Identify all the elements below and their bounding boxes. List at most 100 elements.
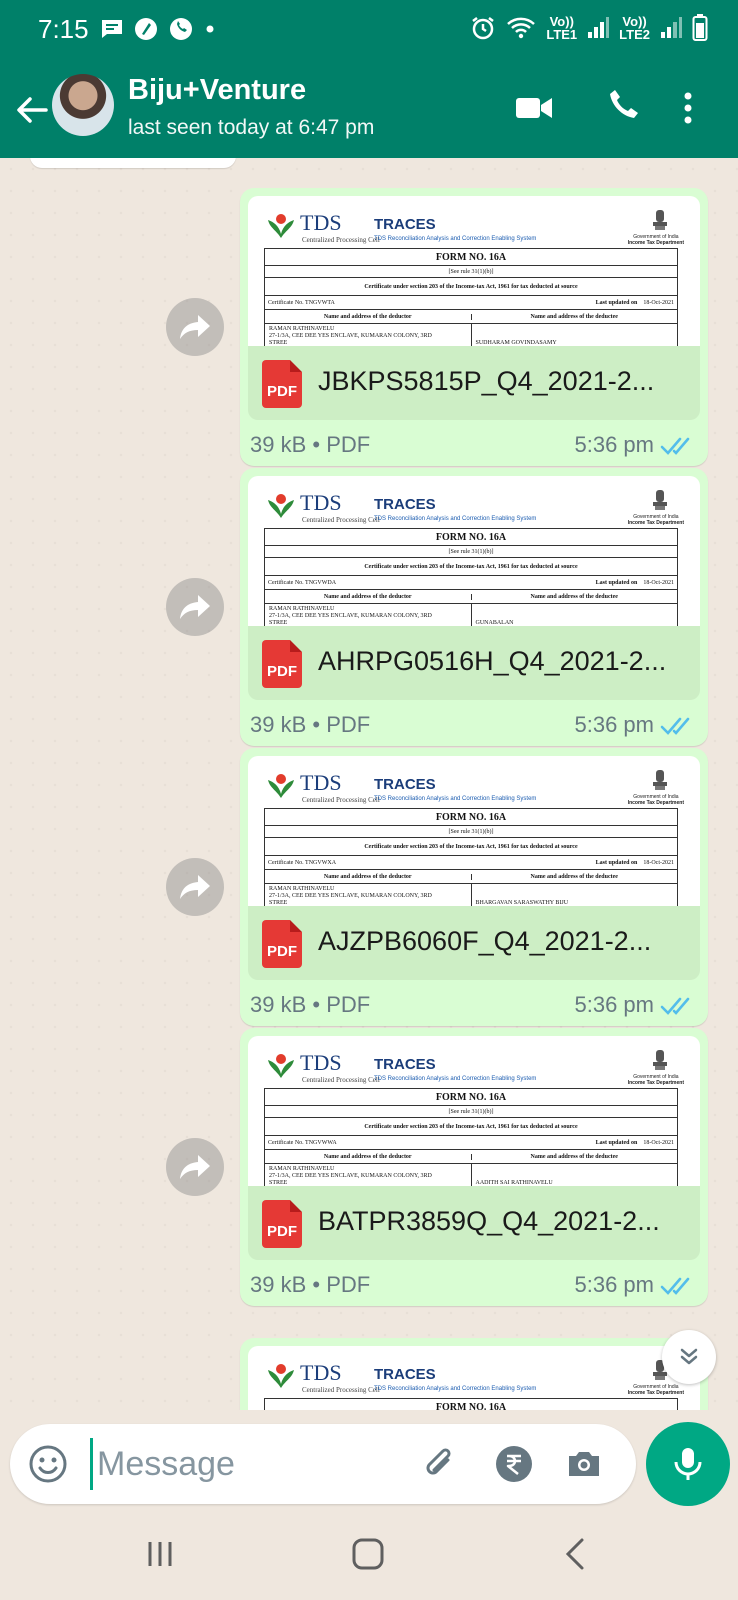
deductor-details: RAMAN RATHINAVELU 27-1/3A, CEE DEE YES EN… [269,326,432,346]
form-number: FORM NO. 16A [264,528,678,546]
certificate-row: Certificate No. TNGVWWA Last updated on … [264,1136,678,1150]
party-details: RAMAN RATHINAVELU 27-1/3A, CEE DEE YES EN… [264,604,678,626]
tds-text: TDS [300,1360,342,1385]
form-table: FORM NO. 16A [See rule 31(1)(b)] Certifi… [264,528,678,626]
microphone-icon [674,1448,702,1480]
pdf-file-icon: PDF [262,360,302,408]
last-updated: Last updated on 18-Oct-2021 [595,1139,674,1146]
file-attachment[interactable]: PDF JBKPS5815P_Q4_2021-2... [248,346,700,420]
party-details: RAMAN RATHINAVELU 27-1/3A, CEE DEE YES EN… [264,324,678,346]
more-options-icon[interactable] [676,88,700,128]
file-attachment[interactable]: PDF AJZPB6060F_Q4_2021-2... [248,906,700,980]
form-rule: [See rule 31(1)(b)] [264,266,678,278]
certificate-title: Certificate under section 203 of the Inc… [264,1118,678,1136]
document-message[interactable]: TDS Centralized Processing Cell TRACES T… [240,188,708,466]
government-label: Government of India Income Tax Department [627,1074,684,1086]
file-attachment[interactable]: PDF AHRPG0516H_Q4_2021-2... [248,626,700,700]
message-composer [10,1424,636,1504]
dot-icon [206,25,214,33]
emblem-icon [653,770,667,790]
emblem-icon [653,210,667,230]
back-arrow-icon[interactable] [12,90,52,130]
document-message[interactable]: TDS Centralized Processing Cell TRACES T… [240,748,708,1026]
file-name: AHRPG0516H_Q4_2021-2... [318,646,667,676]
government-label: Government of India Income Tax Department [627,1384,684,1396]
forward-icon [180,315,210,339]
message-input[interactable] [90,1438,400,1490]
traces-subtitle: TDS Reconciliation Analysis and Correcti… [374,236,537,242]
government-label: Government of India Income Tax Department [627,514,684,526]
wifi-icon [507,17,536,39]
forward-button[interactable] [166,1138,224,1196]
tds-logo-icon [268,774,294,798]
emblem-icon [653,490,667,510]
status-time: 7:15 [38,14,89,44]
traces-title: TRACES [374,1366,436,1383]
file-name: BATPR3859Q_Q4_2021-2... [318,1206,660,1236]
back-nav-icon[interactable] [552,1530,600,1578]
party-headers: Name and address of the deductor Name an… [264,590,678,604]
double-chevron-down-icon [680,1348,698,1365]
pdf-preview[interactable]: TDS Centralized Processing Cell TRACES T… [248,476,700,626]
chat-messages-area[interactable]: TDS Centralized Processing Cell TRACES T… [0,158,738,1410]
file-attachment[interactable]: PDF BATPR3859Q_Q4_2021-2... [248,1186,700,1260]
contact-name[interactable]: Biju+Venture [128,74,306,107]
recent-apps-icon[interactable] [136,1530,184,1578]
form-rule: [See rule 31(1)(b)] [264,546,678,558]
tds-logo-icon [268,214,294,238]
traces-title: TRACES [374,496,436,513]
document-message[interactable]: TDS Centralized Processing Cell TRACES T… [240,1028,708,1306]
home-icon[interactable] [344,1530,392,1578]
pdf-preview[interactable]: TDS Centralized Processing Cell TRACES T… [248,1036,700,1186]
pdf-preview[interactable]: TDS Centralized Processing Cell TRACES T… [248,756,700,906]
forward-button[interactable] [166,578,224,636]
deductee-name: GUNABALAN [470,604,678,626]
message-time: 5:36 pm [574,1272,655,1297]
app-notification-icon [135,18,157,40]
traces-title: TRACES [374,776,436,793]
last-seen-status[interactable]: last seen today at 6:47 pm [128,116,374,140]
pdf-preview[interactable]: TDS Centralized Processing Cell TRACES T… [248,196,700,346]
status-bar: 7:15 Vo)) LTE1 Vo)) LTE2 [0,0,738,62]
party-details: RAMAN RATHINAVELU 27-1/3A, CEE DEE YES EN… [264,884,678,906]
pdf-file-icon: PDF [262,920,302,968]
tds-text: TDS [300,1050,342,1075]
document-message[interactable]: TDS Centralized Processing Cell TRACES T… [240,468,708,746]
document-message[interactable]: TDS Centralized Processing Cell TRACES T… [240,1338,708,1410]
contact-avatar[interactable] [52,74,114,136]
tds-logo-icon [268,1054,294,1078]
emoji-icon[interactable] [28,1444,68,1484]
system-navigation-bar [0,1508,738,1600]
voice-call-icon[interactable] [600,88,644,128]
forward-button[interactable] [166,298,224,356]
certificate-number: Certificate No. TNGVWTA [268,299,335,306]
signal-sim1-icon [588,17,610,38]
form-table: FORM NO. 16A [See rule 31(1)(b)] Certifi… [264,248,678,346]
forward-icon [180,875,210,899]
previous-message-bubble[interactable] [30,158,236,168]
certificate-title: Certificate under section 203 of the Inc… [264,558,678,576]
message-notification-icon [102,20,122,38]
form-table: FORM NO. 16A [See rule 31(1)(b)] Certifi… [264,808,678,906]
payment-rupee-icon[interactable] [494,1444,534,1484]
video-call-icon[interactable] [512,88,556,128]
certificate-row: Certificate No. TNGVWDA Last updated on … [264,576,678,590]
attach-icon[interactable] [420,1444,460,1484]
deductor-details: RAMAN RATHINAVELU 27-1/3A, CEE DEE YES EN… [269,606,432,626]
voice-record-button[interactable] [646,1422,730,1506]
traces-subtitle: TDS Reconciliation Analysis and Correcti… [374,1076,537,1082]
message-time: 5:36 pm [574,992,655,1017]
file-name: AJZPB6060F_Q4_2021-2... [318,926,652,956]
certificate-title: Certificate under section 203 of the Inc… [264,278,678,296]
scroll-to-bottom-button[interactable] [662,1330,716,1384]
traces-title: TRACES [374,1056,436,1073]
file-meta: 39 kB • PDF [250,712,371,737]
forward-button[interactable] [166,858,224,916]
cpc-text: Centralized Processing Cell [302,1076,380,1084]
file-name: JBKPS5815P_Q4_2021-2... [318,366,655,396]
tds-text: TDS [300,210,342,235]
pdf-preview[interactable]: TDS Centralized Processing Cell TRACES T… [248,1346,700,1410]
forward-icon [180,1155,210,1179]
form-number: FORM NO. 16A [264,1088,678,1106]
camera-icon[interactable] [564,1444,604,1484]
